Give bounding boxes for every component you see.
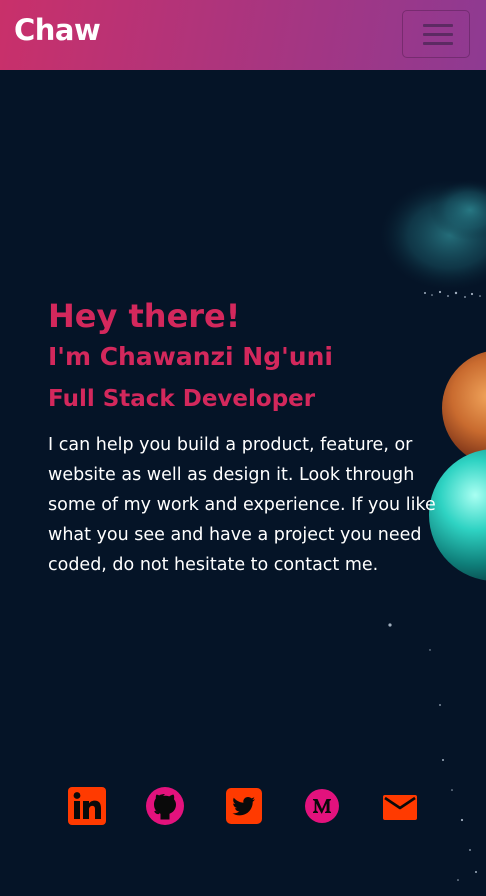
medium-link[interactable] [302, 786, 342, 826]
email-link[interactable] [380, 786, 420, 826]
hero-greeting: Hey there! [48, 297, 241, 335]
hero-intro: I can help you build a product, feature,… [48, 434, 436, 575]
medium-icon [305, 789, 339, 823]
twitter-link[interactable] [224, 786, 264, 826]
brand-logo[interactable]: Chaw [14, 13, 101, 47]
navbar: Chaw [0, 0, 486, 70]
github-icon [146, 787, 184, 825]
page: Chaw Hey there! I'm Chawanzi Ng'uni Full… [0, 0, 486, 896]
linkedin-link[interactable] [67, 786, 107, 826]
social-links [0, 786, 486, 830]
linkedin-icon [68, 787, 106, 825]
hero-section: Hey there! I'm Chawanzi Ng'uni Full Stac… [48, 298, 438, 580]
hero-role: Full Stack Developer [48, 385, 316, 412]
email-icon [383, 795, 417, 820]
twitter-icon [226, 788, 262, 824]
hero-name: I'm Chawanzi Ng'uni [48, 341, 333, 371]
github-link[interactable] [145, 786, 185, 826]
menu-toggle-button[interactable] [402, 10, 470, 58]
